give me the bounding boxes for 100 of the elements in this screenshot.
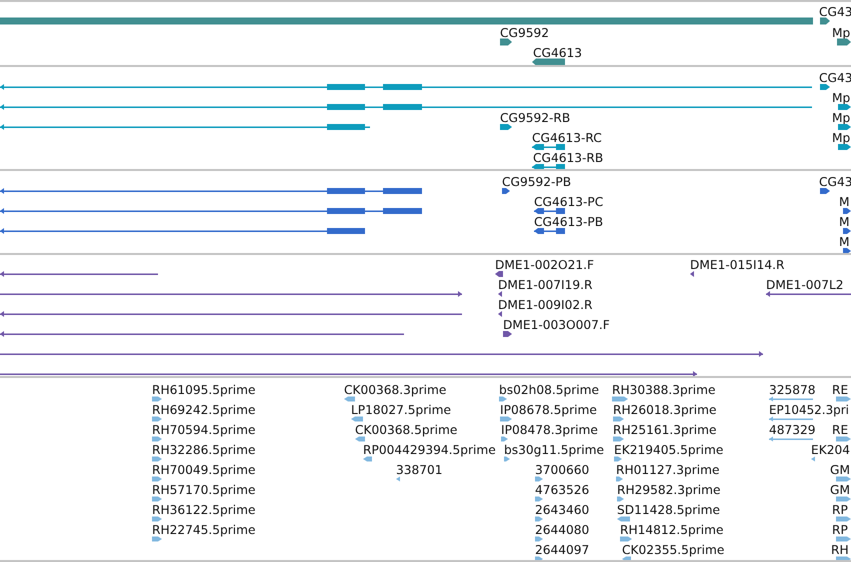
transcript-glyph[interactable]: [820, 84, 830, 90]
est-glyph[interactable]: [355, 436, 365, 442]
est-glyph[interactable]: [769, 436, 813, 442]
est-glyph[interactable]: [396, 476, 400, 482]
est-glyph[interactable]: [152, 496, 162, 502]
feature-label: RH14812.5prime: [620, 523, 724, 537]
feature-label: bs02h08.5prime: [499, 383, 599, 397]
est-glyph[interactable]: [617, 496, 624, 502]
est-glyph[interactable]: [535, 496, 543, 502]
alignment-glyph[interactable]: [0, 311, 462, 317]
est-glyph[interactable]: [622, 556, 631, 562]
est-glyph[interactable]: [617, 516, 630, 522]
est-glyph[interactable]: [616, 476, 623, 482]
est-glyph[interactable]: [152, 416, 162, 422]
feature-label: CK00368.5prime: [355, 423, 458, 437]
est-glyph[interactable]: [152, 456, 162, 462]
feature-label: CG4613: [533, 46, 582, 60]
transcript-glyph[interactable]: [0, 188, 422, 194]
est-glyph[interactable]: [612, 396, 628, 402]
est-glyph[interactable]: [769, 396, 813, 402]
est-glyph[interactable]: [344, 396, 355, 402]
transcript-glyph[interactable]: [534, 228, 565, 234]
feature-label: M: [839, 195, 850, 209]
feature-label: 2643460: [535, 503, 590, 517]
est-glyph[interactable]: [836, 496, 851, 502]
est-glyph[interactable]: [535, 476, 543, 482]
est-glyph[interactable]: [836, 476, 851, 482]
feature-label: RH36122.5prime: [152, 503, 256, 517]
est-glyph[interactable]: [769, 416, 813, 422]
est-glyph[interactable]: [501, 436, 508, 442]
alignment-glyph[interactable]: [498, 311, 502, 317]
est-glyph[interactable]: [351, 416, 363, 422]
alignment-glyph[interactable]: [690, 271, 694, 277]
est-glyph[interactable]: [535, 536, 543, 542]
alignment-glyph[interactable]: [0, 331, 404, 337]
transcript-glyph[interactable]: [0, 124, 370, 130]
transcript-glyph[interactable]: [500, 124, 512, 130]
gene-glyph[interactable]: [837, 38, 851, 46]
feature-label: DME1-009I02.R: [498, 298, 592, 312]
transcript-glyph[interactable]: [820, 188, 830, 194]
alignment-glyph[interactable]: [0, 291, 462, 297]
transcript-glyph[interactable]: [532, 144, 565, 150]
est-glyph[interactable]: [811, 456, 815, 462]
feature-label: EK219405.5prime: [614, 443, 724, 457]
est-glyph[interactable]: [836, 556, 851, 562]
transcript-glyph[interactable]: [0, 84, 812, 90]
transcript-glyph[interactable]: [843, 228, 851, 234]
est-glyph[interactable]: [836, 516, 851, 522]
est-glyph[interactable]: [152, 396, 162, 402]
alignment-glyph[interactable]: [0, 271, 158, 277]
alignment-glyph[interactable]: [495, 271, 503, 277]
feature-label: 325878: [769, 383, 816, 397]
gene-glyph[interactable]: [500, 38, 512, 46]
est-glyph[interactable]: [499, 396, 507, 402]
est-glyph[interactable]: [535, 556, 543, 562]
alignment-glyph[interactable]: [498, 291, 502, 297]
transcript-glyph[interactable]: [838, 124, 851, 130]
est-glyph[interactable]: [504, 456, 510, 462]
transcript-glyph[interactable]: [0, 228, 365, 234]
gene-glyph[interactable]: [532, 58, 565, 65]
est-glyph[interactable]: [152, 476, 162, 482]
feature-label: RP: [832, 523, 848, 537]
alignment-glyph[interactable]: [503, 331, 512, 337]
transcript-glyph[interactable]: [0, 104, 812, 110]
feature-label: IP08478.3prime: [501, 423, 598, 437]
est-glyph[interactable]: [614, 456, 622, 462]
est-glyph[interactable]: [535, 516, 543, 522]
est-glyph[interactable]: [152, 536, 162, 542]
est-glyph[interactable]: [500, 416, 512, 422]
alignment-glyph[interactable]: [766, 291, 851, 297]
transcript-glyph[interactable]: [532, 164, 565, 169]
alignment-glyph[interactable]: [0, 371, 697, 376]
feature-label: EP10452.3pri: [769, 403, 851, 417]
est-glyph[interactable]: [613, 416, 624, 422]
est-glyph[interactable]: [620, 536, 632, 542]
feature-label: LP18027.5prime: [351, 403, 452, 417]
transcript-glyph[interactable]: [0, 208, 422, 214]
feature-label: RH: [831, 543, 849, 557]
transcript-glyph[interactable]: [502, 188, 510, 194]
transcript-glyph[interactable]: [843, 208, 851, 214]
feature-label: CG9592-RB: [500, 111, 570, 125]
transcript-glyph[interactable]: [843, 248, 851, 253]
gene-glyph[interactable]: [820, 18, 830, 24]
feature-label: RP004429394.5prime: [363, 443, 496, 457]
est-glyph[interactable]: [152, 436, 162, 442]
est-glyph[interactable]: [363, 456, 372, 462]
alignment-glyph[interactable]: [0, 351, 763, 357]
est-glyph[interactable]: [836, 536, 851, 542]
transcript-glyph[interactable]: [838, 104, 851, 110]
transcript-glyph[interactable]: [534, 208, 565, 214]
est-glyph[interactable]: [152, 516, 162, 522]
feature-label: DME1-003O007.F: [503, 318, 610, 332]
feature-label: DME1-002O21.F: [495, 258, 594, 272]
transcript-glyph[interactable]: [838, 144, 851, 150]
feature-label: RH69242.5prime: [152, 403, 256, 417]
feature-label: CG9592-PB: [502, 175, 572, 189]
feature-label: M: [839, 235, 850, 249]
est-glyph[interactable]: [836, 396, 851, 402]
est-glyph[interactable]: [836, 436, 851, 442]
est-glyph[interactable]: [613, 436, 624, 442]
